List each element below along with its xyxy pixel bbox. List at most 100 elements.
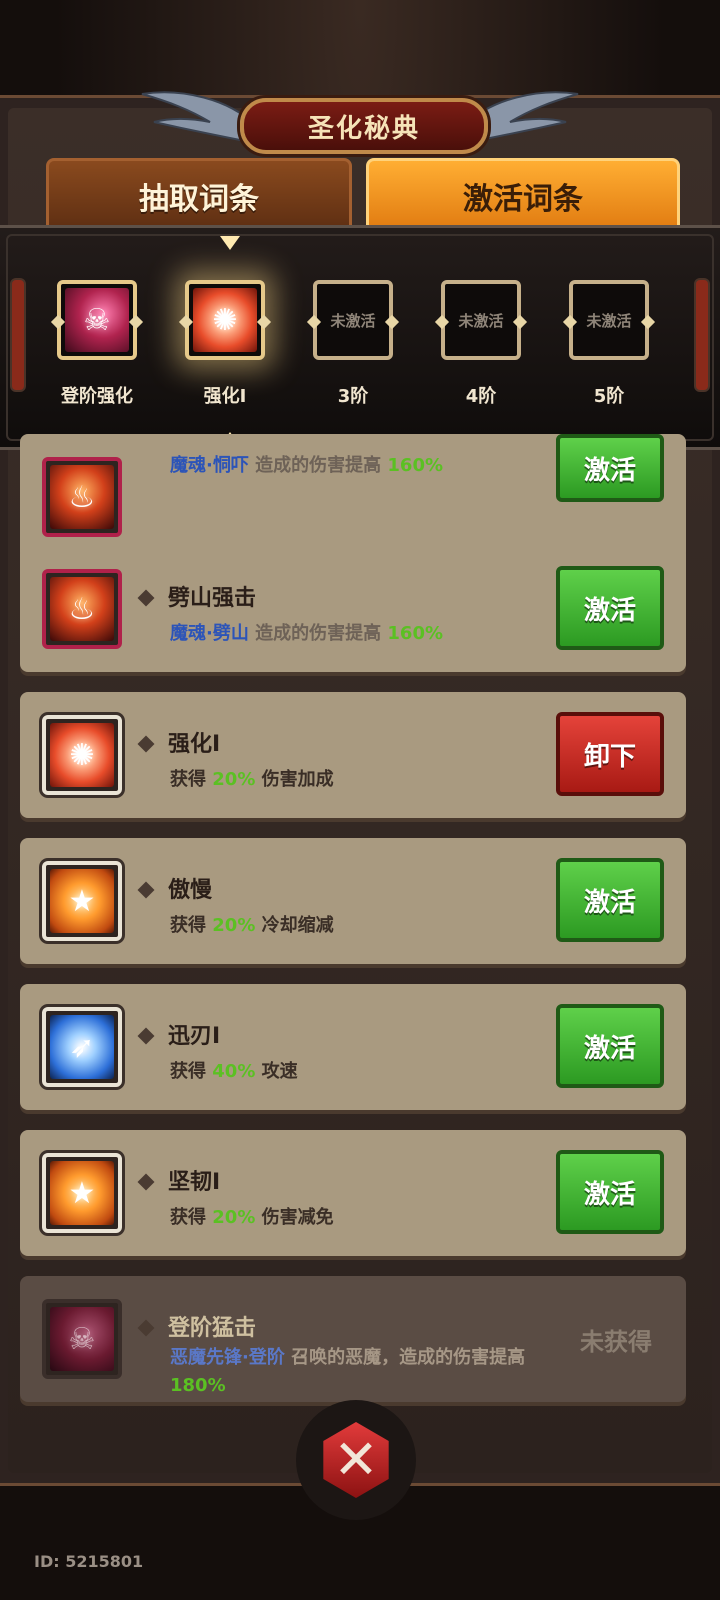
gem-ornament	[640, 314, 656, 330]
list-item: ➶ 迅刃I 获得 40% 攻速 激活	[20, 984, 686, 1110]
page-title: 圣化秘典	[307, 113, 420, 144]
list-item: ★ 傲慢 获得 20% 冷却缩减 激活	[20, 838, 686, 964]
list-item: ♨ 魔魂·恫吓 造成的伤害提高 160% 激活	[20, 434, 686, 560]
tier-2-label: 强化I	[203, 386, 247, 407]
list-item: ☠ 登阶猛击 恶魔先锋·登阶 召唤的恶魔，造成的伤害提高 180% 未获得	[20, 1276, 686, 1402]
entry-description: 获得 20% 冷却缩减	[170, 912, 550, 940]
title-banner: 圣化秘典	[140, 80, 580, 160]
desc-value: 180%	[170, 1375, 226, 1396]
list-item: ★ 坚韧I 获得 20% 伤害减免 激活	[20, 1130, 686, 1256]
desc-value: 160%	[387, 455, 443, 476]
gem-ornament	[306, 314, 322, 330]
demon-icon: ☠	[50, 1307, 114, 1371]
entry-icon-slot: ♨	[42, 569, 122, 649]
gem-ornament	[512, 314, 528, 330]
desc-text: 造成的伤害提高	[248, 623, 388, 644]
right-side-bar	[694, 278, 710, 392]
unequip-button[interactable]: 卸下	[556, 712, 664, 796]
desc-text: 获得	[170, 769, 213, 790]
tier-4-slot: 未激活	[434, 280, 528, 360]
skill-name: 魔魂·恫吓	[170, 455, 249, 476]
gem-ornament	[178, 314, 194, 330]
diamond-bullet-icon	[140, 884, 154, 898]
tier-3[interactable]: 未激活 3阶	[298, 280, 408, 408]
desc-text: 获得	[170, 1061, 213, 1082]
entry-description: 魔魂·劈山 造成的伤害提高 160%	[170, 620, 550, 648]
desc-value: 20%	[212, 915, 256, 936]
skill-name: 恶魔先锋·登阶	[170, 1347, 285, 1368]
diamond-bullet-icon	[140, 738, 154, 752]
diamond-bullet-icon	[140, 1030, 154, 1044]
tier-4[interactable]: 未激活 4阶	[426, 280, 536, 408]
list-item: ✺ 强化I 获得 20% 伤害加成 卸下	[20, 692, 686, 818]
flame-burst-icon: ✺	[193, 288, 257, 352]
tier-1-label: 登阶强化	[61, 386, 133, 407]
desc-text: 攻速	[255, 1061, 298, 1082]
tab-draw-label: 抽取词条	[139, 182, 259, 217]
tier-2-slot: ✺	[178, 280, 272, 360]
entry-description: 获得 20% 伤害减免	[170, 1204, 550, 1232]
entry-description: 魔魂·恫吓 造成的伤害提高 160%	[170, 452, 550, 480]
entry-name: 坚韧I	[168, 1170, 221, 1195]
gem-ornament	[562, 314, 578, 330]
tier-4-label: 4阶	[465, 386, 497, 407]
entry-name: 劈山强击	[168, 586, 257, 611]
desc-value: 160%	[387, 623, 443, 644]
tab-activate[interactable]: 激活词条	[366, 158, 680, 234]
desc-text: 伤害加成	[255, 769, 334, 790]
lava-demon-icon: ♨	[50, 577, 114, 641]
desc-text: 造成的伤害提高	[248, 455, 388, 476]
tier-5-locked-text: 未激活	[586, 311, 632, 330]
left-side-bar	[10, 278, 26, 392]
gem-ornament	[384, 314, 400, 330]
entry-description: 获得 20% 伤害加成	[170, 766, 550, 794]
tier-4-locked-text: 未激活	[458, 311, 504, 330]
tier-5-label: 5阶	[593, 386, 625, 407]
selected-tier-arrow-top	[220, 236, 240, 250]
close-hex: ✕	[323, 1422, 389, 1498]
close-button[interactable]: ✕	[296, 1400, 416, 1520]
skill-name: 魔魂·劈山	[170, 623, 249, 644]
activate-button[interactable]: 激活	[556, 434, 664, 502]
gem-ornament	[50, 314, 66, 330]
demon-icon: ☠	[65, 288, 129, 352]
tab-draw[interactable]: 抽取词条	[46, 158, 352, 234]
tier-3-label: 3阶	[337, 386, 369, 407]
tier-5-slot: 未激活	[562, 280, 656, 360]
desc-text: 伤害减免	[255, 1207, 334, 1228]
tier-5[interactable]: 未激活 5阶	[554, 280, 664, 408]
star-shield-icon: ★	[50, 1161, 114, 1225]
activate-button[interactable]: 激活	[556, 858, 664, 942]
desc-value: 40%	[212, 1061, 256, 1082]
player-id: ID: 5215801	[34, 1552, 144, 1571]
activate-button[interactable]: 激活	[556, 1150, 664, 1234]
entry-icon-slot: ✺	[42, 715, 122, 795]
entry-description: 恶魔先锋·登阶 召唤的恶魔，造成的伤害提高 180%	[170, 1344, 550, 1400]
tier-2[interactable]: ✺ 强化I	[170, 280, 280, 408]
entry-icon-slot: ★	[42, 1153, 122, 1233]
desc-value: 20%	[212, 769, 256, 790]
activate-button[interactable]: 激活	[556, 1004, 664, 1088]
tier-3-slot: 未激活	[306, 280, 400, 360]
title-plate: 圣化秘典	[240, 98, 488, 154]
diamond-bullet-icon	[140, 592, 154, 606]
activate-button[interactable]: 激活	[556, 566, 664, 650]
tier-1[interactable]: ☠ 登阶强化	[42, 280, 152, 408]
close-icon: ✕	[333, 1428, 379, 1491]
desc-text: 冷却缩减	[255, 915, 334, 936]
tier-1-slot: ☠	[50, 280, 144, 360]
diamond-bullet-icon	[140, 1322, 154, 1336]
entry-description: 获得 40% 攻速	[170, 1058, 550, 1086]
entry-icon-slot: ☠	[42, 1299, 122, 1379]
tab-activate-label: 激活词条	[463, 182, 583, 217]
entry-name: 迅刃I	[168, 1024, 221, 1049]
flame-burst-icon: ✺	[50, 723, 114, 787]
entry-name: 登阶猛击	[168, 1316, 257, 1341]
desc-text: 召唤的恶魔，造成的伤害提高	[284, 1347, 526, 1368]
desc-value: 20%	[212, 1207, 256, 1228]
tier-strip: ☠ 登阶强化 ✺ 强化I 未激活 3阶 未激活 4阶 未激活 5阶	[0, 225, 720, 450]
not-obtained-status: 未获得	[580, 1328, 652, 1356]
entry-name: 傲慢	[168, 878, 213, 903]
gem-ornament	[434, 314, 450, 330]
list-item: ♨ 劈山强击 魔魂·劈山 造成的伤害提高 160% 激活	[20, 546, 686, 672]
